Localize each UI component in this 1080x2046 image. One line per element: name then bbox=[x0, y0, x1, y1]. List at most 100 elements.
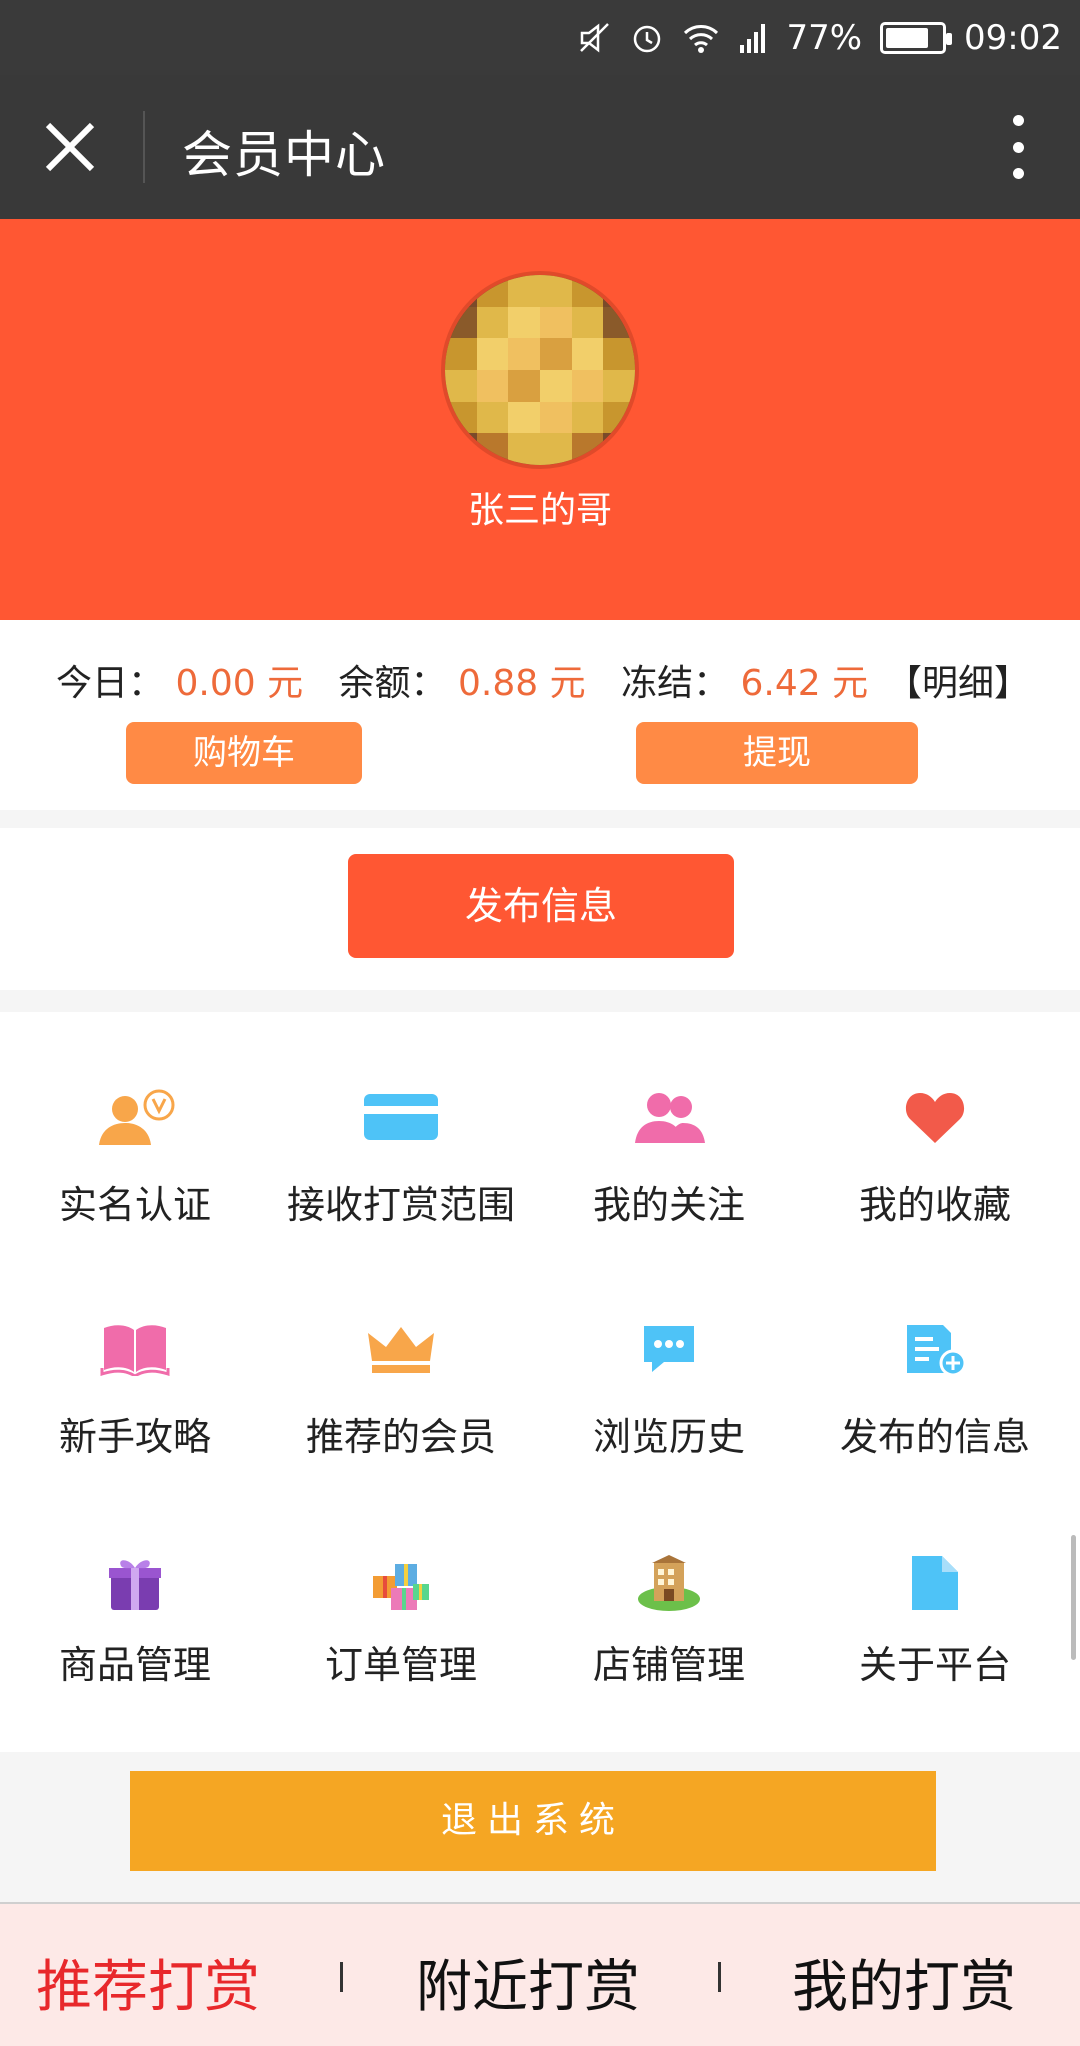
battery-fill bbox=[886, 28, 928, 48]
more-icon[interactable] bbox=[1008, 115, 1028, 179]
avatar-pixel bbox=[476, 306, 509, 339]
detail-link[interactable]: 【明细】 bbox=[886, 654, 1030, 706]
avatar-pixel bbox=[445, 433, 477, 465]
avatar-pixel bbox=[445, 338, 477, 370]
tab-separator bbox=[340, 1962, 343, 1992]
battery-icon bbox=[880, 22, 953, 54]
followers-icon bbox=[534, 1082, 804, 1152]
menu-item-history[interactable]: 浏览历史 bbox=[534, 1294, 804, 1514]
frozen-amount: 6.42 元 bbox=[740, 663, 869, 704]
avatar-pixel bbox=[603, 275, 635, 307]
tab-recommended-rewards[interactable]: 推荐打赏 bbox=[36, 1942, 260, 2023]
avatar-pixel bbox=[476, 433, 509, 465]
book-icon bbox=[0, 1314, 270, 1384]
avatar-pixel bbox=[508, 338, 540, 370]
avatar-pixel bbox=[476, 369, 509, 402]
menu-item-recommended-members[interactable]: 推荐的会员 bbox=[266, 1294, 536, 1514]
menu-label: 推荐的会员 bbox=[305, 1415, 496, 1459]
menu-item-about[interactable]: 关于平台 bbox=[800, 1522, 1070, 1742]
frozen-label: 冻结： bbox=[621, 663, 730, 704]
menu-item-following[interactable]: 我的关注 bbox=[534, 1062, 804, 1282]
menu-label: 我的收藏 bbox=[858, 1183, 1011, 1227]
avatar-pixel bbox=[445, 275, 477, 307]
menu-label: 发布的信息 bbox=[839, 1415, 1030, 1459]
avatar-pixel bbox=[571, 306, 604, 339]
avatar-pixel bbox=[539, 433, 572, 465]
bottom-nav: 推荐打赏 附近打赏 我的打赏 bbox=[0, 1902, 1080, 2046]
menu-label: 实名认证 bbox=[58, 1183, 211, 1227]
menu-item-product-management[interactable]: 商品管理 bbox=[0, 1522, 270, 1742]
avatar-pixel bbox=[539, 401, 572, 434]
menu-item-shop-management[interactable]: 店铺管理 bbox=[534, 1522, 804, 1742]
tab-nearby-rewards[interactable]: 附近打赏 bbox=[416, 1942, 640, 2023]
menu-item-guide[interactable]: 新手攻略 bbox=[0, 1294, 270, 1514]
logout-button[interactable]: 退出系统 bbox=[130, 1771, 936, 1871]
avatar-pixel bbox=[476, 401, 509, 434]
avatar-pixel bbox=[603, 369, 635, 402]
avatar-pixel bbox=[603, 401, 635, 434]
avatar-pixel bbox=[508, 401, 540, 434]
menu-label: 订单管理 bbox=[324, 1643, 477, 1687]
signal-icon bbox=[738, 21, 768, 55]
avatar-pixel bbox=[476, 338, 509, 370]
avatar-pixel bbox=[539, 369, 572, 402]
publish-section: 发布信息 bbox=[0, 828, 1080, 990]
publish-button[interactable]: 发布信息 bbox=[348, 854, 734, 958]
today-amount: 0.00 元 bbox=[175, 663, 304, 704]
avatar-pixel bbox=[445, 369, 477, 402]
avatar[interactable] bbox=[441, 271, 639, 469]
menu-grid: 实名认证 接收打赏范围 我的关注 我的收藏 新手攻略 推荐的会员 浏览历史 发布… bbox=[0, 1012, 1080, 1752]
menu-item-reward-range[interactable]: 接收打赏范围 bbox=[266, 1062, 536, 1282]
scrollbar[interactable] bbox=[1071, 1535, 1076, 1660]
menu-label: 接收打赏范围 bbox=[286, 1183, 515, 1227]
document-add-icon bbox=[800, 1314, 1070, 1384]
menu-item-published-info[interactable]: 发布的信息 bbox=[800, 1294, 1070, 1514]
avatar-pixel bbox=[603, 306, 635, 339]
menu-label: 我的关注 bbox=[592, 1183, 745, 1227]
status-bar: 77% 09:02 bbox=[0, 0, 1080, 75]
gift-icon bbox=[0, 1548, 270, 1618]
avatar-pixel bbox=[603, 433, 635, 465]
tab-my-rewards[interactable]: 我的打赏 bbox=[792, 1942, 1016, 2023]
mute-icon bbox=[578, 21, 612, 55]
alarm-icon bbox=[630, 21, 664, 55]
menu-label: 浏览历史 bbox=[592, 1415, 745, 1459]
wifi-icon bbox=[682, 21, 720, 55]
menu-item-favorites[interactable]: 我的收藏 bbox=[800, 1062, 1070, 1282]
crown-icon bbox=[266, 1314, 536, 1384]
gift-boxes-icon bbox=[266, 1548, 536, 1618]
avatar-pixel bbox=[539, 275, 572, 307]
card-icon bbox=[266, 1082, 536, 1152]
clock: 09:02 bbox=[964, 18, 1062, 58]
heart-icon bbox=[800, 1082, 1070, 1152]
balance-panel: 今日： 0.00 元 余额： 0.88 元 冻结： 6.42 元 【明细】 购物… bbox=[0, 620, 1080, 810]
menu-label: 商品管理 bbox=[58, 1643, 211, 1687]
avatar-pixel bbox=[445, 401, 477, 434]
shop-building-icon bbox=[534, 1548, 804, 1618]
profile-header: 张三的哥 bbox=[0, 219, 1080, 620]
avatar-pixel bbox=[571, 275, 604, 307]
avatar-pixel bbox=[571, 401, 604, 434]
title-bar: 会员中心 bbox=[0, 75, 1080, 219]
tab-separator bbox=[718, 1962, 721, 1992]
avatar-pixel bbox=[539, 338, 572, 370]
cart-button[interactable]: 购物车 bbox=[126, 722, 362, 784]
avatar-pixel bbox=[508, 306, 540, 339]
avatar-pixel bbox=[476, 275, 509, 307]
avatar-pixel bbox=[571, 433, 604, 465]
balance-amount: 0.88 元 bbox=[458, 663, 586, 704]
title-divider bbox=[143, 111, 145, 183]
close-icon[interactable] bbox=[40, 117, 100, 177]
file-icon bbox=[800, 1548, 1070, 1618]
menu-label: 关于平台 bbox=[858, 1643, 1011, 1687]
balance-summary: 今日： 0.00 元 余额： 0.88 元 冻结： 6.42 元 bbox=[56, 654, 868, 706]
menu-item-order-management[interactable]: 订单管理 bbox=[266, 1522, 536, 1742]
menu-item-verification[interactable]: 实名认证 bbox=[0, 1062, 270, 1282]
withdraw-button[interactable]: 提现 bbox=[636, 722, 918, 784]
avatar-pixel bbox=[508, 369, 540, 402]
today-label: 今日： bbox=[56, 663, 165, 704]
username: 张三的哥 bbox=[467, 490, 612, 531]
menu-label: 店铺管理 bbox=[592, 1643, 745, 1687]
balance-label: 余额： bbox=[338, 663, 447, 704]
avatar-pixel bbox=[508, 275, 540, 307]
